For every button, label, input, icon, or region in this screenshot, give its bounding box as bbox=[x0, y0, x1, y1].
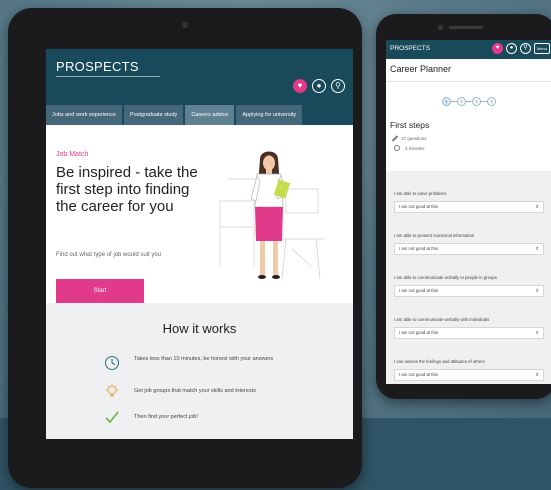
hero-section: Job Match Be inspired - take the first s… bbox=[46, 125, 353, 303]
phone-logo[interactable]: PROSPECTS bbox=[390, 45, 430, 52]
how-item-match: Get job groups that match your skills an… bbox=[104, 383, 304, 399]
how-item-find: Then find your perfect job! bbox=[104, 409, 304, 425]
question-label: I am able to communicate verbally to peo… bbox=[394, 275, 497, 280]
question-label: I am able to solve problems bbox=[394, 191, 447, 196]
phone-screen: PROSPECTS ♥ ● ⚲ Menu Career Planner 1 2 … bbox=[386, 40, 551, 384]
how-item-text: Takes less than 10 minutes, be honest wi… bbox=[134, 356, 274, 362]
select-chevron-icon: ⇕ bbox=[535, 330, 539, 335]
how-item-time: Takes less than 10 minutes, be honest wi… bbox=[104, 355, 304, 371]
woman-with-clipboard-illustration bbox=[219, 151, 324, 280]
step-indicator: 1 2 3 4 bbox=[442, 97, 496, 106]
user-icon[interactable]: ● bbox=[312, 79, 326, 93]
meta-questions-text: 17 questions bbox=[401, 136, 427, 141]
step-4[interactable]: 4 bbox=[487, 97, 496, 106]
phone-speaker bbox=[449, 26, 483, 29]
select-chevron-icon: ⇕ bbox=[535, 372, 539, 377]
hero-subtitle: Find out what type of job would suit you bbox=[56, 252, 162, 258]
phone-header: PROSPECTS ♥ ● ⚲ Menu bbox=[386, 40, 551, 59]
tab-applying-for-university[interactable]: Applying for university bbox=[236, 105, 303, 125]
tablet-camera bbox=[182, 22, 188, 28]
answer-select-value: I am not good at this bbox=[399, 372, 438, 377]
how-item-text: Then find your perfect job! bbox=[134, 414, 198, 420]
answer-select[interactable]: I am not good at this ⇕ bbox=[394, 327, 544, 339]
question-label: I can assess the feelings and attitudes … bbox=[394, 359, 485, 364]
tab-careers-advice[interactable]: Careers advice bbox=[185, 105, 235, 125]
select-chevron-icon: ⇕ bbox=[535, 288, 539, 293]
step-1[interactable]: 1 bbox=[442, 97, 451, 106]
tab-jobs-work-experience[interactable]: Jobs and work experience bbox=[46, 105, 122, 125]
how-it-works-title: How it works bbox=[162, 321, 237, 336]
clock-icon bbox=[394, 145, 400, 151]
answer-select-value: I am not good at this bbox=[399, 330, 438, 335]
answer-select[interactable]: I am not good at this ⇕ bbox=[394, 243, 544, 255]
hero-kicker: Job Match bbox=[56, 151, 89, 158]
meta-time-text: 3 minutes bbox=[405, 145, 425, 151]
select-chevron-icon: ⇕ bbox=[535, 204, 539, 209]
hero-headline: Be inspired - take the first step into f… bbox=[56, 164, 198, 215]
meta-time: 3 minutes bbox=[394, 145, 425, 151]
meta-questions: 17 questions bbox=[391, 135, 427, 142]
main-nav-tabs: Jobs and work experience Postgraduate st… bbox=[46, 105, 353, 125]
clock-icon bbox=[105, 356, 119, 370]
site-header: PROSPECTS ♥ ● ⚲ Jobs and work experience… bbox=[46, 49, 353, 125]
step-2[interactable]: 2 bbox=[457, 97, 466, 106]
site-logo[interactable]: PROSPECTS bbox=[56, 59, 139, 74]
answer-select[interactable]: I am not good at this ⇕ bbox=[394, 285, 544, 297]
user-icon[interactable]: ● bbox=[506, 43, 517, 54]
section-title: First steps bbox=[390, 120, 430, 130]
phone-device: PROSPECTS ♥ ● ⚲ Menu Career Planner 1 2 … bbox=[376, 14, 551, 399]
answer-select-value: I am not good at this bbox=[399, 246, 438, 251]
heart-icon[interactable]: ♥ bbox=[492, 43, 503, 54]
question-label: I am able to present numerical informati… bbox=[394, 233, 475, 238]
answer-select[interactable]: I am not good at this ⇕ bbox=[394, 369, 544, 381]
tablet-screen: PROSPECTS ♥ ● ⚲ Jobs and work experience… bbox=[46, 49, 353, 439]
pencil-icon bbox=[391, 135, 399, 142]
answer-select[interactable]: I am not good at this ⇕ bbox=[394, 201, 544, 213]
tablet-device: PROSPECTS ♥ ● ⚲ Jobs and work experience… bbox=[8, 8, 362, 488]
step-3[interactable]: 3 bbox=[472, 97, 481, 106]
select-chevron-icon: ⇕ bbox=[535, 246, 539, 251]
lightbulb-icon bbox=[105, 383, 119, 397]
logo-underline bbox=[56, 76, 160, 77]
menu-button[interactable]: Menu bbox=[534, 43, 550, 54]
start-button[interactable]: Start bbox=[56, 279, 144, 303]
answer-select-value: I am not good at this bbox=[399, 204, 438, 209]
tab-postgraduate-study[interactable]: Postgraduate study bbox=[123, 105, 184, 125]
search-icon[interactable]: ⚲ bbox=[331, 79, 345, 93]
heart-icon[interactable]: ♥ bbox=[293, 79, 307, 93]
how-item-text: Get job groups that match your skills an… bbox=[134, 388, 256, 394]
check-icon bbox=[105, 411, 119, 424]
answer-select-value: I am not good at this bbox=[399, 288, 438, 293]
question-label: I am able to communicate verbally with i… bbox=[394, 317, 490, 322]
question-list: I am able to solve problems I am not goo… bbox=[386, 171, 551, 384]
phone-camera bbox=[438, 25, 443, 30]
search-icon[interactable]: ⚲ bbox=[520, 43, 531, 54]
page-title: Career Planner bbox=[390, 64, 452, 74]
how-it-works-section: How it works Takes less than 10 minutes,… bbox=[46, 303, 353, 439]
